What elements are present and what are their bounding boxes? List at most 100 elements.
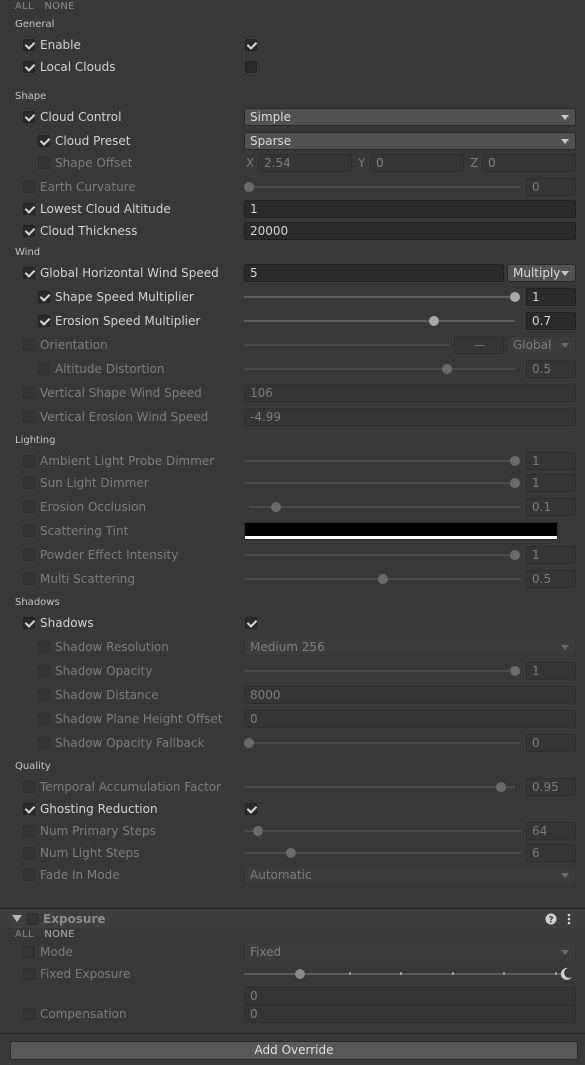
global-wind-speed-field[interactable]: 5 bbox=[244, 264, 504, 282]
slider-knob[interactable] bbox=[377, 574, 388, 584]
slider-knob[interactable] bbox=[510, 478, 520, 488]
altitude-distortion-field[interactable]: 0.5 bbox=[526, 360, 576, 378]
ambient-light-probe-dimmer-slider[interactable] bbox=[244, 456, 520, 466]
earth-curvature-slider[interactable] bbox=[244, 182, 520, 192]
exposure-all-link[interactable]: ALL bbox=[15, 929, 34, 940]
temporal-accumulation-factor-field[interactable]: 0.95 bbox=[526, 778, 576, 796]
cloud-control-dropdown[interactable]: Simple bbox=[244, 108, 576, 126]
exposure-mode-dropdown[interactable]: Fixed bbox=[244, 943, 576, 961]
erosion-speed-multiplier-override-checkbox[interactable] bbox=[38, 315, 50, 327]
orientation-field[interactable]: — bbox=[454, 336, 504, 354]
global-wind-speed-mode-dropdown[interactable]: Multiply bbox=[507, 264, 576, 282]
exposure-component-header[interactable]: Exposure ? bbox=[0, 908, 585, 928]
temporal-accumulation-factor-slider[interactable] bbox=[244, 782, 515, 792]
slider-knob[interactable] bbox=[428, 316, 439, 326]
local-clouds-checkbox[interactable] bbox=[245, 61, 257, 73]
cloud-preset-dropdown[interactable]: Sparse bbox=[244, 132, 576, 150]
orientation-slider[interactable] bbox=[244, 344, 449, 346]
sun-light-dimmer-field[interactable]: 1 bbox=[526, 474, 576, 492]
num-primary-steps-field[interactable]: 64 bbox=[526, 822, 576, 840]
vertical-shape-wind-speed-field[interactable]: 106 bbox=[244, 384, 576, 402]
orientation-override-checkbox[interactable] bbox=[23, 339, 35, 351]
num-light-steps-field[interactable]: 6 bbox=[526, 844, 576, 862]
slider-knob[interactable] bbox=[252, 826, 263, 836]
shadow-distance-field[interactable]: 8000 bbox=[244, 686, 576, 704]
ghosting-reduction-checkbox[interactable] bbox=[245, 803, 257, 815]
slider-knob[interactable] bbox=[286, 848, 297, 858]
vertical-shape-wind-speed-override-checkbox[interactable] bbox=[23, 387, 35, 399]
exposure-none-link[interactable]: NONE bbox=[44, 929, 74, 940]
lowest-cloud-altitude-field[interactable]: 1 bbox=[244, 200, 576, 218]
shadow-plane-height-offset-field[interactable]: 0 bbox=[244, 710, 576, 728]
cloud-thickness-override-checkbox[interactable] bbox=[23, 225, 35, 237]
slider-knob[interactable] bbox=[496, 782, 507, 792]
shadow-opacity-field[interactable]: 1 bbox=[526, 662, 576, 680]
compensation-override-checkbox[interactable] bbox=[23, 1008, 35, 1020]
slider-knob[interactable] bbox=[510, 292, 520, 302]
shadow-opacity-fallback-slider[interactable] bbox=[244, 738, 520, 748]
cloud-preset-override-checkbox[interactable] bbox=[38, 135, 50, 147]
exposure-active-checkbox[interactable] bbox=[27, 913, 39, 925]
ambient-light-probe-dimmer-override-checkbox[interactable] bbox=[23, 455, 35, 467]
slider-knob[interactable] bbox=[442, 364, 453, 374]
fixed-exposure-slider[interactable] bbox=[244, 969, 562, 979]
cloud-thickness-field[interactable]: 20000 bbox=[244, 222, 576, 240]
more-options-icon[interactable] bbox=[566, 913, 572, 925]
vertical-erosion-wind-speed-override-checkbox[interactable] bbox=[23, 411, 35, 423]
exposure-mode-override-checkbox[interactable] bbox=[23, 946, 35, 958]
erosion-speed-multiplier-slider[interactable] bbox=[244, 316, 515, 326]
num-light-steps-slider[interactable] bbox=[244, 848, 521, 858]
erosion-occlusion-slider[interactable] bbox=[249, 502, 520, 512]
shadow-distance-override-checkbox[interactable] bbox=[38, 689, 50, 701]
altitude-distortion-override-checkbox[interactable] bbox=[38, 363, 50, 375]
slider-knob[interactable] bbox=[295, 969, 305, 979]
shadow-opacity-override-checkbox[interactable] bbox=[38, 665, 50, 677]
shape-offset-z-field[interactable]: 0 bbox=[482, 154, 576, 172]
global-wind-speed-override-checkbox[interactable] bbox=[23, 267, 35, 279]
ghosting-reduction-override-checkbox[interactable] bbox=[23, 803, 35, 815]
add-override-button[interactable]: Add Override bbox=[10, 1041, 578, 1060]
powder-effect-intensity-field[interactable]: 1 bbox=[526, 546, 576, 564]
shadows-override-checkbox[interactable] bbox=[23, 617, 35, 629]
shadow-resolution-dropdown[interactable]: Medium 256 bbox=[244, 638, 576, 656]
shadows-checkbox[interactable] bbox=[245, 617, 257, 629]
shape-speed-multiplier-slider[interactable] bbox=[244, 292, 520, 302]
powder-effect-intensity-override-checkbox[interactable] bbox=[23, 549, 35, 561]
slider-knob[interactable] bbox=[271, 502, 282, 512]
foldout-triangle-icon[interactable] bbox=[12, 915, 22, 923]
num-primary-steps-override-checkbox[interactable] bbox=[23, 825, 35, 837]
enable-checkbox[interactable] bbox=[245, 39, 257, 51]
num-primary-steps-slider[interactable] bbox=[244, 826, 521, 836]
cloud-control-override-checkbox[interactable] bbox=[23, 111, 35, 123]
shape-speed-multiplier-field[interactable]: 1 bbox=[526, 288, 576, 306]
sun-light-dimmer-slider[interactable] bbox=[244, 478, 520, 488]
shadow-opacity-slider[interactable] bbox=[244, 666, 520, 676]
ambient-light-probe-dimmer-field[interactable]: 1 bbox=[526, 452, 576, 470]
all-link[interactable]: ALL bbox=[15, 1, 34, 12]
slider-knob[interactable] bbox=[510, 666, 520, 676]
shadow-plane-height-offset-override-checkbox[interactable] bbox=[38, 713, 50, 725]
help-icon[interactable]: ? bbox=[545, 913, 557, 925]
slider-knob[interactable] bbox=[244, 182, 254, 192]
erosion-occlusion-field[interactable]: 0.1 bbox=[526, 498, 576, 516]
shape-offset-x-field[interactable]: 2.54 bbox=[258, 154, 352, 172]
orientation-mode-dropdown[interactable]: Global bbox=[507, 336, 576, 354]
none-link[interactable]: NONE bbox=[44, 1, 74, 12]
shape-speed-multiplier-override-checkbox[interactable] bbox=[38, 291, 50, 303]
erosion-occlusion-override-checkbox[interactable] bbox=[23, 501, 35, 513]
earth-curvature-override-checkbox[interactable] bbox=[23, 181, 35, 193]
compensation-field[interactable]: 0 bbox=[244, 1005, 576, 1023]
slider-knob[interactable] bbox=[510, 550, 520, 560]
multi-scattering-field[interactable]: 0.5 bbox=[526, 570, 576, 588]
vertical-erosion-wind-speed-field[interactable]: -4.99 bbox=[244, 408, 576, 426]
sun-light-dimmer-override-checkbox[interactable] bbox=[23, 477, 35, 489]
shadow-opacity-fallback-field[interactable]: 0 bbox=[526, 734, 576, 752]
enable-override-checkbox[interactable] bbox=[23, 39, 35, 51]
slider-knob[interactable] bbox=[244, 738, 254, 748]
fixed-exposure-override-checkbox[interactable] bbox=[23, 968, 35, 980]
lowest-cloud-altitude-override-checkbox[interactable] bbox=[23, 203, 35, 215]
fade-in-mode-override-checkbox[interactable] bbox=[23, 869, 35, 881]
scattering-tint-override-checkbox[interactable] bbox=[23, 525, 35, 537]
shape-offset-y-field[interactable]: 0 bbox=[370, 154, 464, 172]
multi-scattering-slider[interactable] bbox=[244, 574, 521, 584]
